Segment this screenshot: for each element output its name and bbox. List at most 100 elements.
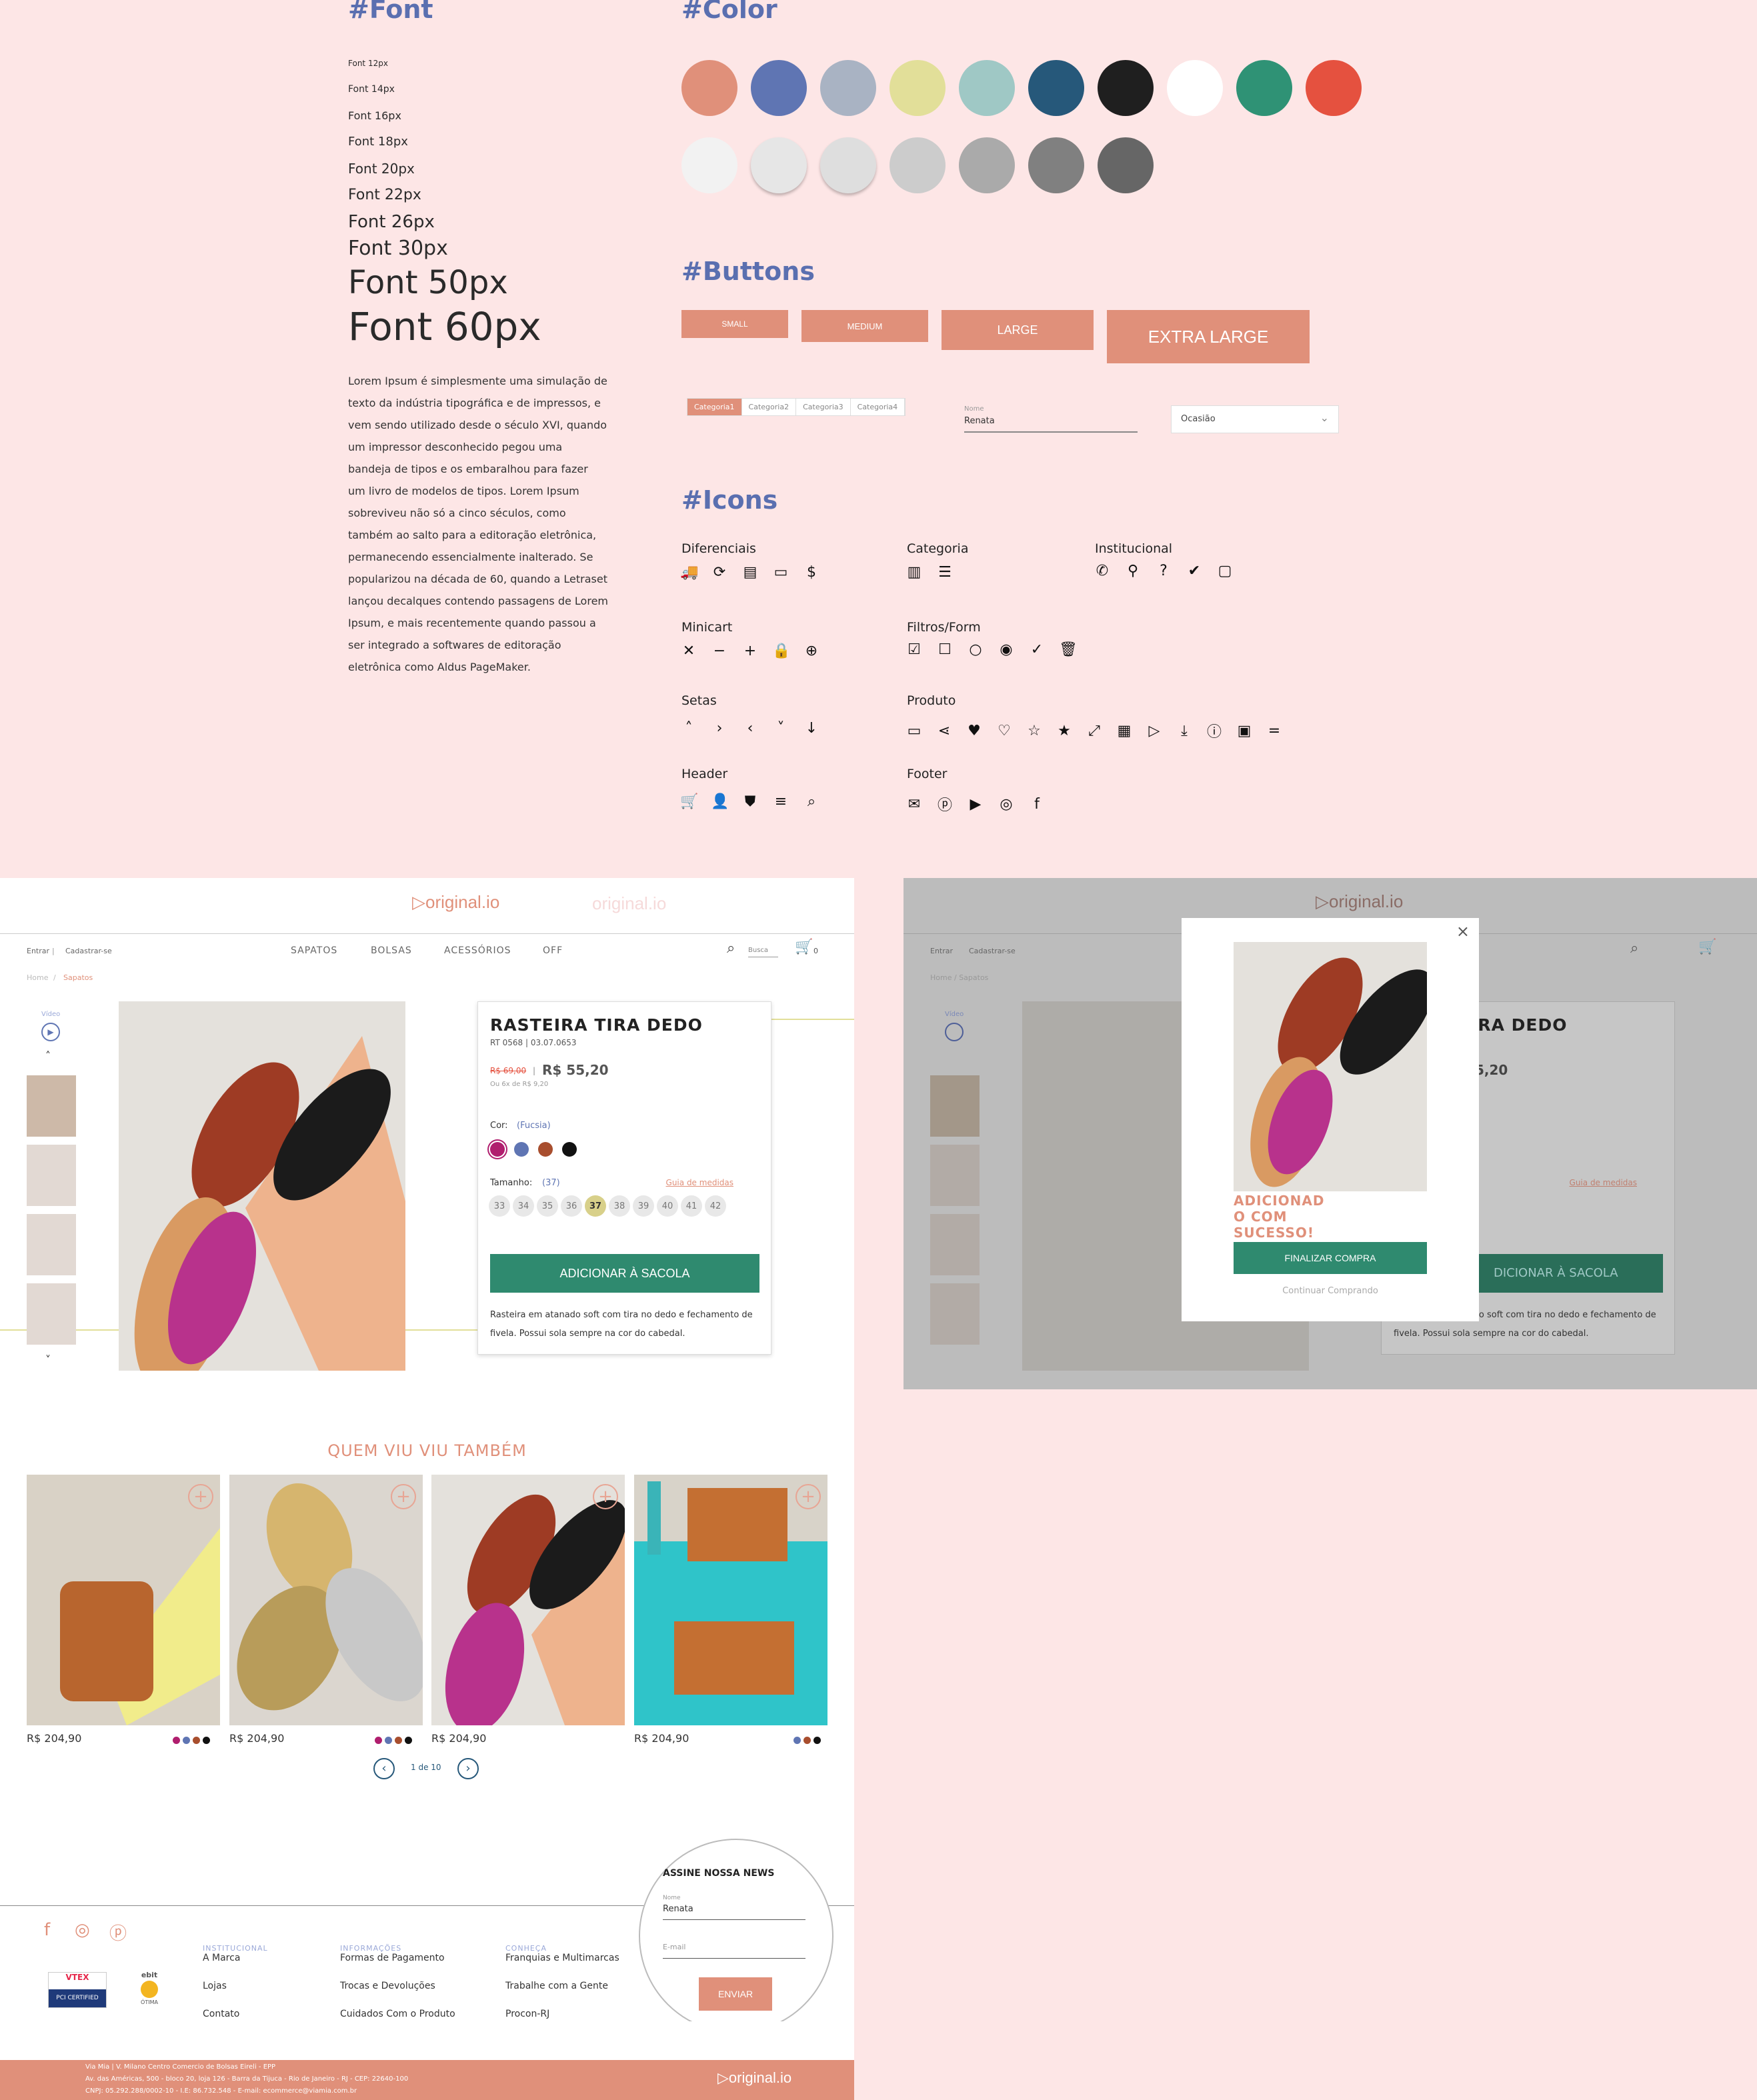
add-plus-icon[interactable]: + — [593, 1484, 618, 1509]
add-plus-icon[interactable]: + — [188, 1484, 213, 1509]
breadcrumb-home[interactable]: Home — [27, 973, 48, 982]
thumbs-up-arrow[interactable]: ˄ — [45, 1049, 51, 1062]
related-product-2[interactable]: + — [229, 1475, 427, 1725]
share-icon: ⋖ — [938, 722, 951, 739]
size-option[interactable]: 36 — [561, 1195, 582, 1217]
color-swatch — [1167, 60, 1223, 116]
related-price-2: R$ 204,90 — [229, 1732, 285, 1745]
related-colors-1 — [170, 1734, 210, 1747]
color-swatch — [820, 60, 876, 116]
search-input[interactable]: Busca — [748, 940, 778, 957]
icons-minicart-title: Minicart — [681, 620, 733, 635]
related-product-4[interactable]: + — [634, 1475, 827, 1725]
lorem-paragraph: Lorem Ipsum é simplesmente uma simulação… — [348, 375, 608, 673]
size-option[interactable]: 37 — [585, 1195, 606, 1217]
nav-sapatos[interactable]: SAPATOS — [291, 945, 337, 956]
icons-minicart: ✕ − + 🔒 ⊕ — [680, 643, 820, 659]
footer-link-trabalhe[interactable]: Trabalhe com a Gente — [505, 1972, 619, 2000]
thumbnail-4[interactable] — [27, 1283, 76, 1345]
icons-filtros-title: Filtros/Form — [907, 620, 981, 635]
news-email-input[interactable]: E-mail — [663, 1943, 805, 1959]
close-icon[interactable]: × — [1456, 922, 1470, 941]
lock-icon: 🔒 — [772, 643, 791, 659]
size-option[interactable]: 42 — [705, 1195, 726, 1217]
color-option-blue[interactable] — [514, 1142, 529, 1157]
radio-checked-icon: ◉ — [1000, 641, 1013, 658]
logo-text: original.io — [425, 892, 500, 912]
news-name-input[interactable]: Renata — [663, 1904, 805, 1920]
continue-shopping-link[interactable]: Continuar Comprando — [1234, 1286, 1427, 1296]
size-option[interactable]: 34 — [513, 1195, 534, 1217]
icons-heading: #Icons — [681, 485, 778, 515]
facebook-icon[interactable]: f — [44, 1920, 50, 1940]
search-icon[interactable]: ⌕ — [727, 940, 735, 957]
instagram-icon[interactable]: ◎ — [75, 1920, 90, 1940]
extra-large-button[interactable]: EXTRA LARGE — [1107, 310, 1310, 363]
name-field[interactable]: Renata — [964, 416, 1138, 433]
size-guide-link[interactable]: Guia de medidas — [666, 1178, 733, 1187]
size-option[interactable]: 41 — [681, 1195, 702, 1217]
color-option-fucsia[interactable] — [490, 1142, 505, 1157]
nav-off[interactable]: OFF — [543, 945, 563, 956]
price-separator: | — [533, 1066, 536, 1075]
prev-page-button[interactable]: ‹ — [373, 1758, 395, 1779]
login-link[interactable]: Entrar — [27, 947, 49, 955]
size-option[interactable]: 35 — [537, 1195, 558, 1217]
footer-link-trocas[interactable]: Trocas e Devoluções — [340, 1972, 455, 2000]
nav-bolsas[interactable]: BOLSAS — [371, 945, 412, 956]
medium-button[interactable]: MEDIUM — [801, 310, 928, 342]
related-product-1[interactable]: + — [27, 1475, 220, 1725]
checkout-button[interactable]: FINALIZAR COMPRA — [1234, 1242, 1427, 1274]
size-options: 33 34 35 36 37 38 39 40 41 42 — [489, 1195, 729, 1217]
register-link[interactable]: Cadastrar-se — [65, 947, 112, 955]
color-swatch — [820, 137, 876, 193]
footer-logo-text: original.io — [728, 2069, 792, 2086]
play-video-icon[interactable]: ▶ — [41, 1023, 60, 1041]
related-product-3[interactable]: + — [431, 1475, 627, 1733]
thumbnail-2[interactable] — [27, 1145, 76, 1206]
add-plus-icon[interactable]: + — [391, 1484, 416, 1509]
thumbnail-3[interactable] — [27, 1214, 76, 1275]
occasion-select[interactable]: Ocasião ⌄ — [1171, 405, 1339, 433]
tab-categoria3[interactable]: Categoria3 — [796, 399, 851, 415]
nav-acessorios[interactable]: ACESSÓRIOS — [444, 945, 511, 956]
footer-link-lojas[interactable]: Lojas — [203, 1972, 268, 2000]
footer-link-pagamento[interactable]: Formas de Pagamento — [340, 1944, 455, 1972]
size-option[interactable]: 39 — [633, 1195, 654, 1217]
size-option[interactable]: 33 — [489, 1195, 510, 1217]
size-option[interactable]: 38 — [609, 1195, 630, 1217]
thumbnail-1[interactable] — [27, 1075, 76, 1137]
color-label: Cor: — [490, 1121, 508, 1131]
tab-categoria1[interactable]: Categoria1 — [687, 399, 742, 415]
tab-categoria2[interactable]: Categoria2 — [742, 399, 797, 415]
search-icon: ⌕ — [1630, 940, 1639, 957]
thumbs-down-arrow[interactable]: ˅ — [45, 1353, 51, 1366]
logo[interactable]: ▷original.io — [412, 892, 499, 913]
pinterest-icon[interactable]: ⓟ — [109, 1920, 127, 1945]
size-option[interactable]: 40 — [657, 1195, 678, 1217]
color-swatch — [890, 60, 946, 116]
large-button[interactable]: LARGE — [942, 310, 1094, 350]
grid-view-icon: ▥ — [907, 564, 922, 581]
icons-filtros: ☑ ☐ ○ ◉ ✓ 🗑 — [906, 641, 1078, 658]
tab-categoria4[interactable]: Categoria4 — [851, 399, 906, 415]
color-option-brown[interactable] — [538, 1142, 553, 1157]
radio-empty-icon: ○ — [969, 641, 982, 658]
footer-link-franquias[interactable]: Franquias e Multimarcas — [505, 1944, 619, 1972]
category-tabs: Categoria1 Categoria2 Categoria3 Categor… — [687, 398, 906, 416]
cart-icon[interactable]: 🛒 — [795, 939, 813, 955]
news-send-button[interactable]: ENVIAR — [699, 1977, 772, 2011]
add-to-bag-button[interactable]: ADICIONAR À SACOLA — [490, 1254, 759, 1293]
small-button[interactable]: SMALL — [681, 310, 788, 338]
breadcrumb-current[interactable]: Sapatos — [63, 973, 93, 982]
next-page-button[interactable]: › — [457, 1758, 479, 1779]
font-sample-22: Font 22px — [348, 187, 421, 203]
chevron-up-icon: ˄ — [685, 720, 693, 737]
icons-setas-title: Setas — [681, 693, 717, 708]
product-description: Rasteira em atanado soft com tira no ded… — [490, 1310, 753, 1339]
add-plus-icon[interactable]: + — [795, 1484, 821, 1509]
product-main-image[interactable] — [119, 1001, 405, 1371]
footer-col-informacoes: INFORMAÇÕES Formas de Pagamento Trocas e… — [340, 1944, 455, 2028]
color-option-black[interactable] — [562, 1142, 577, 1157]
footer-logo[interactable]: ▷original.io — [717, 2069, 791, 2087]
